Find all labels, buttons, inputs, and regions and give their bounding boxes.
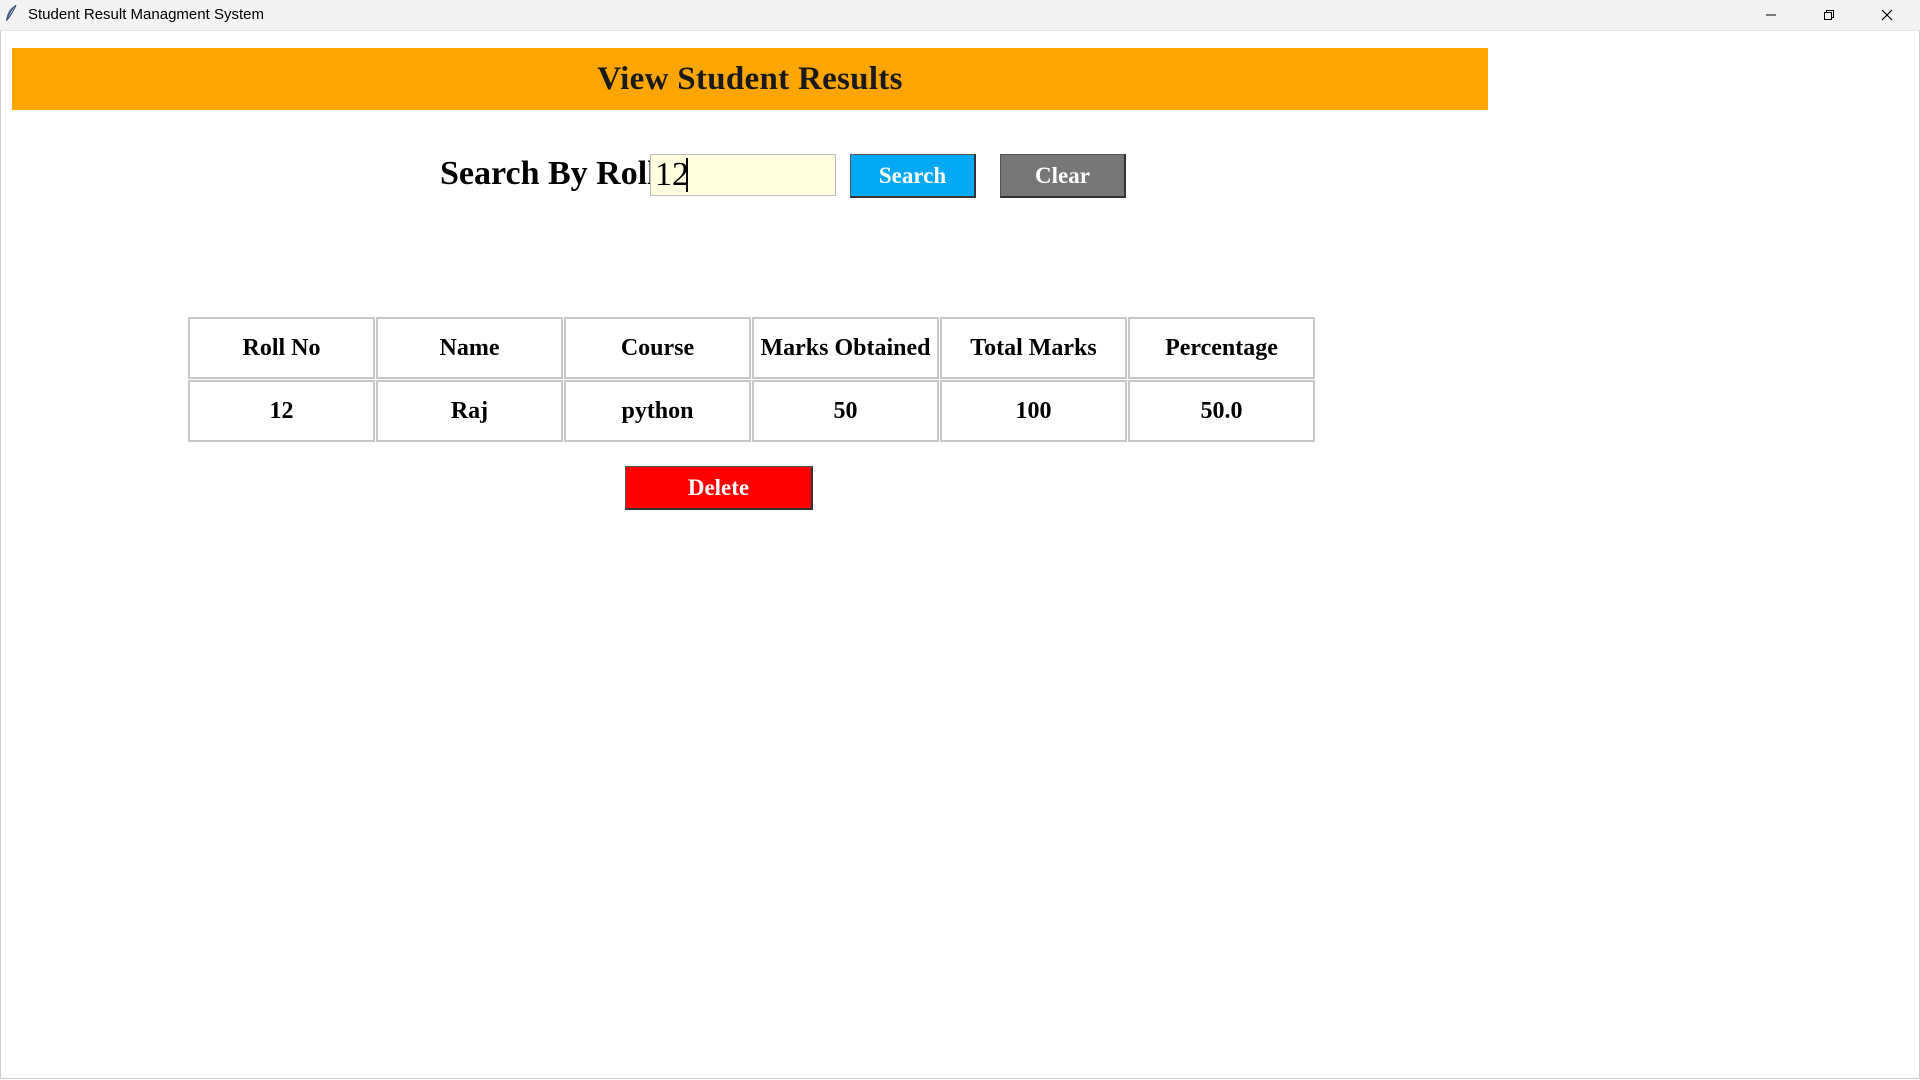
text-caret — [686, 158, 688, 192]
column-header-name: Name — [376, 317, 563, 379]
column-header-roll-no: Roll No — [188, 317, 375, 379]
table-header-row: Roll No Name Course Marks Obtained Total… — [188, 317, 1315, 379]
cell-course: python — [564, 380, 751, 442]
close-icon — [1881, 9, 1893, 21]
roll-search-input[interactable] — [650, 154, 836, 196]
search-label: Search By Roll — [440, 155, 657, 192]
minimize-icon — [1766, 14, 1776, 16]
close-button[interactable] — [1864, 0, 1910, 30]
results-table: Roll No Name Course Marks Obtained Total… — [187, 316, 1316, 443]
cell-name: Raj — [376, 380, 563, 442]
column-header-marks-obtained: Marks Obtained — [752, 317, 939, 379]
delete-button[interactable]: Delete — [625, 466, 813, 510]
column-header-course: Course — [564, 317, 751, 379]
search-button[interactable]: Search — [850, 154, 976, 198]
window-title: Student Result Managment System — [28, 6, 264, 23]
cell-total-marks: 100 — [940, 380, 1127, 442]
cell-percentage: 50.0 — [1128, 380, 1315, 442]
restore-icon — [1824, 10, 1834, 20]
minimize-button[interactable] — [1748, 0, 1794, 30]
feather-icon — [6, 4, 17, 21]
page-header: View Student Results — [12, 48, 1488, 110]
cell-marks-obtained: 50 — [752, 380, 939, 442]
table-row: 12 Raj python 50 100 50.0 — [188, 380, 1315, 442]
clear-button[interactable]: Clear — [1000, 154, 1126, 198]
page-title: View Student Results — [597, 60, 903, 97]
restore-button[interactable] — [1806, 0, 1852, 30]
window-titlebar: Student Result Managment System — [0, 0, 1920, 31]
column-header-percentage: Percentage — [1128, 317, 1315, 379]
column-header-total-marks: Total Marks — [940, 317, 1127, 379]
cell-roll-no: 12 — [188, 380, 375, 442]
